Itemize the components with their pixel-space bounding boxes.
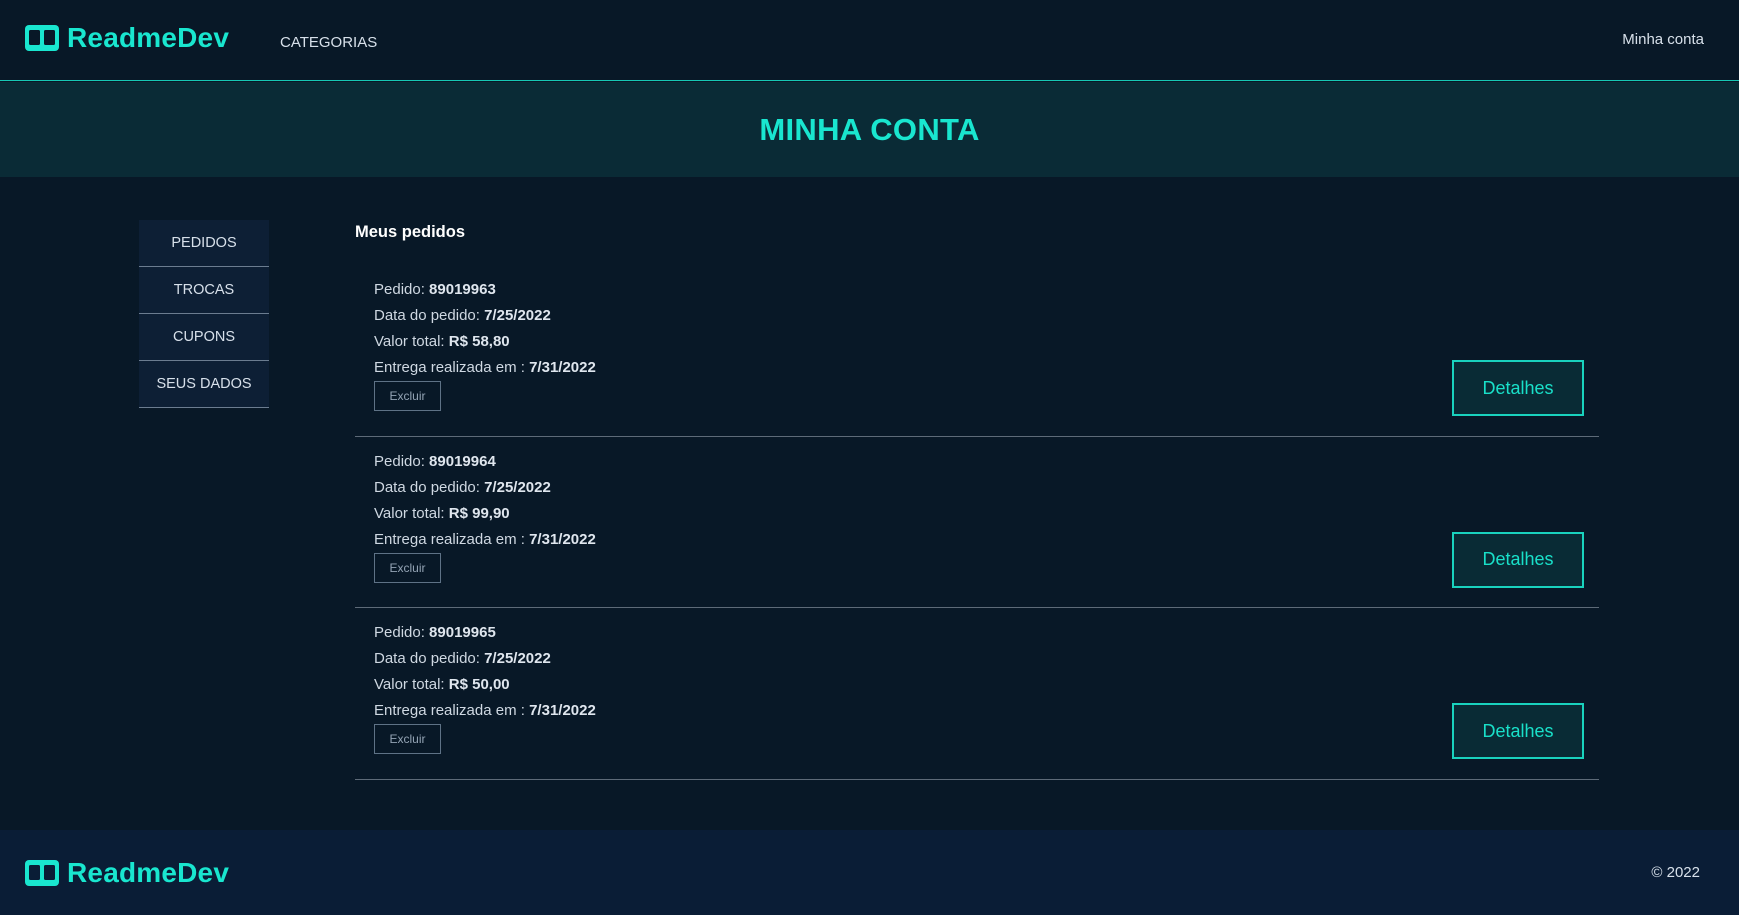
order-total: R$ 50,00 <box>448 676 510 693</box>
order-number-line: Pedido: 89019964 <box>374 449 596 475</box>
order-number-label: Pedido: <box>374 624 430 641</box>
order-delivery-date: 7/31/2022 <box>529 530 596 548</box>
nav-categories-link[interactable]: CATEGORIAS <box>280 34 377 51</box>
order-number-line: Pedido: 89019963 <box>374 277 596 303</box>
section-title: Meus pedidos <box>355 223 466 241</box>
order-date-line: Data do pedido: 7/25/2022 <box>374 303 596 329</box>
order-total-line: Valor total: R$ 58,80 <box>374 329 596 355</box>
order-number-line: Pedido: 89019965 <box>374 620 596 646</box>
order-total: R$ 58,80 <box>448 333 510 350</box>
brand-logo-link[interactable]: ReadmeDev <box>25 22 229 54</box>
orders-list: Pedido: 89019963 Data do pedido: 7/25/20… <box>355 265 1599 780</box>
order-delivery-label: Entrega realizada em : <box>374 359 530 376</box>
order-item: Pedido: 89019963 Data do pedido: 7/25/20… <box>355 265 1599 437</box>
account-sidebar: PEDIDOS TROCAS CUPONS SEUS DADOS <box>139 220 269 408</box>
order-date-label: Data do pedido: <box>374 650 485 667</box>
order-date: 7/25/2022 <box>484 307 551 324</box>
delete-order-button[interactable]: Excluir <box>374 381 441 411</box>
order-number-label: Pedido: <box>374 281 430 298</box>
order-details-button[interactable]: Detalhes <box>1452 703 1584 759</box>
order-date: 7/25/2022 <box>484 650 551 667</box>
sidebar-item-cupons[interactable]: CUPONS <box>139 314 269 361</box>
page-footer: ReadmeDev © 2022 <box>0 830 1739 915</box>
order-total-label: Valor total: <box>374 333 449 350</box>
order-date-line: Data do pedido: 7/25/2022 <box>374 475 596 501</box>
sidebar-item-seus-dados[interactable]: SEUS DADOS <box>139 361 269 408</box>
order-total-line: Valor total: R$ 50,00 <box>374 672 596 698</box>
open-book-icon <box>25 25 59 51</box>
order-delivery-line: Entrega realizada em : 7/31/2022 <box>374 355 596 381</box>
brand-name: ReadmeDev <box>67 22 230 53</box>
order-details-button[interactable]: Detalhes <box>1452 360 1584 416</box>
order-number-label: Pedido: <box>374 452 430 470</box>
order-item: Pedido: 89019964 Data do pedido: 7/25/20… <box>355 437 1599 608</box>
page-title: MINHA CONTA <box>759 111 980 147</box>
order-delivery-label: Entrega realizada em : <box>374 530 530 548</box>
order-total-label: Valor total: <box>374 676 449 693</box>
order-delivery-date: 7/31/2022 <box>529 359 596 376</box>
order-delivery-line: Entrega realizada em : 7/31/2022 <box>374 527 596 553</box>
open-book-icon <box>25 860 59 886</box>
top-navbar: ReadmeDev CATEGORIAS Minha conta <box>0 0 1739 81</box>
order-date-line: Data do pedido: 7/25/2022 <box>374 646 596 672</box>
sidebar-item-trocas[interactable]: TROCAS <box>139 267 269 314</box>
order-details-button[interactable]: Detalhes <box>1452 531 1584 588</box>
order-item: Pedido: 89019965 Data do pedido: 7/25/20… <box>355 608 1599 780</box>
page-hero: MINHA CONTA <box>0 82 1739 177</box>
order-number: 89019964 <box>429 452 496 470</box>
order-date-label: Data do pedido: <box>374 307 485 324</box>
order-total: R$ 99,90 <box>448 504 510 522</box>
delete-order-button[interactable]: Excluir <box>374 552 441 583</box>
footer-brand-link[interactable]: ReadmeDev <box>25 857 229 889</box>
order-delivery-line: Entrega realizada em : 7/31/2022 <box>374 698 596 724</box>
order-delivery-date: 7/31/2022 <box>529 702 596 719</box>
footer-brand-name: ReadmeDev <box>67 857 230 888</box>
sidebar-item-pedidos[interactable]: PEDIDOS <box>139 220 269 267</box>
order-total-label: Valor total: <box>374 504 449 522</box>
order-number: 89019963 <box>429 281 496 298</box>
order-delivery-label: Entrega realizada em : <box>374 702 530 719</box>
delete-order-button[interactable]: Excluir <box>374 724 441 754</box>
nav-account-link[interactable]: Minha conta <box>1622 31 1704 48</box>
order-number: 89019965 <box>429 624 496 641</box>
copyright-text: © 2022 <box>1651 864 1700 881</box>
order-date-label: Data do pedido: <box>374 478 485 496</box>
order-total-line: Valor total: R$ 99,90 <box>374 501 596 527</box>
order-date: 7/25/2022 <box>484 478 551 496</box>
